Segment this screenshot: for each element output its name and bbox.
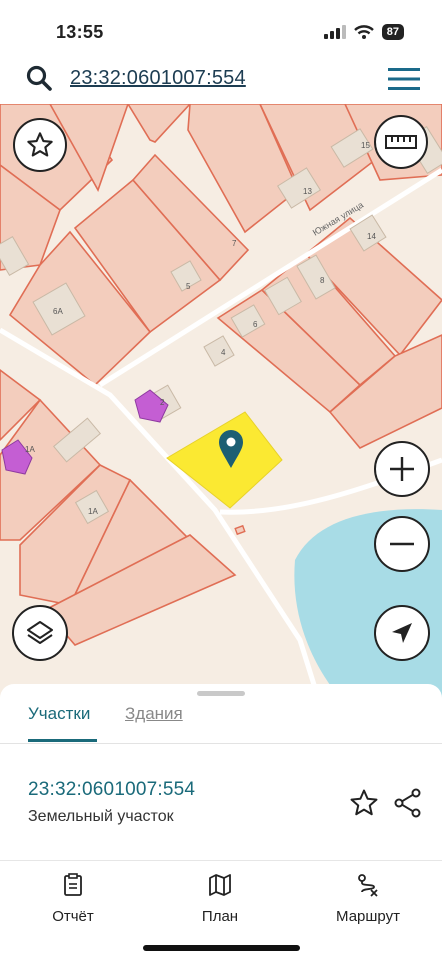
status-icons: 87 <box>323 24 404 40</box>
parcel-label: 15 <box>361 141 370 150</box>
home-indicator <box>143 945 300 951</box>
minus-icon <box>390 542 414 546</box>
sheet-handle[interactable] <box>197 691 245 696</box>
cadastral-map[interactable]: 15 13 14 7 5 6А 8 6 4 2 1А 1А Южная улиц… <box>0 104 442 704</box>
ruler-icon <box>385 135 417 149</box>
signal-icon <box>323 25 346 39</box>
layers-button[interactable] <box>12 605 68 661</box>
nav-plan-label: План <box>201 908 239 925</box>
plus-icon <box>390 457 414 481</box>
nav-report[interactable]: Отчёт <box>13 873 133 925</box>
favorite-map-button[interactable] <box>13 118 67 172</box>
tab-parcels[interactable]: Участки <box>28 704 90 724</box>
nav-route-label: Маршрут <box>336 908 400 925</box>
status-time: 13:55 <box>56 22 104 42</box>
ruler-button[interactable] <box>374 115 428 169</box>
star-icon <box>27 132 53 157</box>
route-icon <box>358 874 378 897</box>
parcel-label: 2 <box>160 398 165 407</box>
share-icon[interactable] <box>393 788 423 818</box>
sheet-divider <box>0 743 442 744</box>
navigation-arrow-icon <box>392 623 412 643</box>
cadastral-number[interactable]: 23:32:0601007:554 <box>28 779 195 801</box>
parcel-label: 6 <box>253 320 258 329</box>
star-icon[interactable] <box>349 788 379 818</box>
search-query[interactable]: 23:32:0601007:554 <box>70 67 246 90</box>
layers-icon <box>27 621 53 644</box>
parcel-label: 6А <box>53 307 63 316</box>
menu-icon[interactable] <box>388 68 420 90</box>
report-icon <box>64 873 82 896</box>
zoom-out-button[interactable] <box>374 516 430 572</box>
search-icon[interactable] <box>26 65 52 91</box>
wifi-icon <box>353 25 374 39</box>
parcel-label: 4 <box>221 348 226 357</box>
status-bar: 13:55 87 <box>0 0 442 60</box>
tab-buildings[interactable]: Здания <box>125 704 183 724</box>
parcel-label: 1А <box>25 445 35 454</box>
search-bar[interactable]: 23:32:0601007:554 <box>6 58 436 98</box>
battery-indicator: 87 <box>381 24 404 40</box>
bottom-sheet[interactable]: Участки Здания 23:32:0601007:554 Земельн… <box>0 684 442 860</box>
zoom-in-button[interactable] <box>374 441 430 497</box>
parcel-label: 13 <box>303 187 312 196</box>
parcel-label: 7 <box>232 239 237 248</box>
parcel-label: 8 <box>320 276 325 285</box>
nav-plan[interactable]: План <box>160 873 280 925</box>
parcel-type: Земельный участок <box>28 808 174 825</box>
parcel-label: 1А <box>88 507 98 516</box>
active-tab-indicator <box>28 739 97 742</box>
locate-button[interactable] <box>374 605 430 661</box>
nav-route[interactable]: Маршрут <box>308 873 428 925</box>
parcel-label: 5 <box>186 282 191 291</box>
parcel-label: 14 <box>367 232 376 241</box>
nav-report-label: Отчёт <box>52 908 94 925</box>
map-icon <box>209 874 231 896</box>
map-view[interactable]: 15 13 14 7 5 6А 8 6 4 2 1А 1А Южная улиц… <box>0 104 442 704</box>
